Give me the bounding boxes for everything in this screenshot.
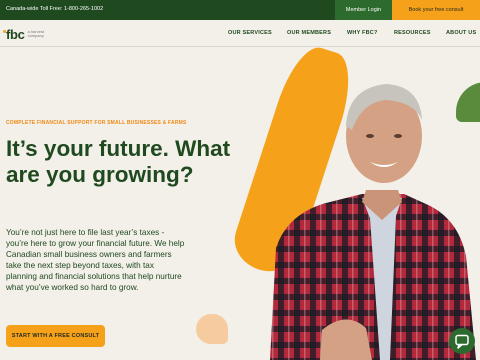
start-free-consult-button[interactable]: START WITH A FREE CONSULT <box>6 325 105 347</box>
hero-body-text: You’re not just here to file last year’s… <box>6 228 185 292</box>
nav-about-us[interactable]: ABOUT US <box>446 30 476 36</box>
hero-farmer-photo <box>270 84 476 360</box>
chat-bubble-icon <box>455 334 469 349</box>
nav-resources[interactable]: RESOURCES <box>394 30 431 36</box>
logo-wordmark: fbc <box>3 27 25 42</box>
nav-our-services[interactable]: OUR SERVICES <box>228 30 272 36</box>
logo-tagline: a harvest company <box>27 28 45 38</box>
top-utility-bar: Canada-wide Toll Free: 1-800-265-1002 Me… <box>0 0 480 20</box>
fbc-logo[interactable]: fbc a harvest company <box>3 26 50 42</box>
hero-eyebrow: COMPLETE FINANCIAL SUPPORT FOR SMALL BUS… <box>6 120 187 126</box>
chat-widget-button[interactable] <box>449 328 475 354</box>
logo-dot <box>3 29 6 33</box>
hero-headline: It’s your future. What are you growing? <box>6 136 231 187</box>
member-login-button[interactable]: Member Login <box>335 0 392 20</box>
toll-free-phone[interactable]: Canada-wide Toll Free: 1-800-265-1002 <box>6 6 103 12</box>
main-navigation: fbc a harvest company OUR SERVICES OUR M… <box>0 20 480 47</box>
decorative-peach-shape <box>196 314 228 344</box>
nav-our-members[interactable]: OUR MEMBERS <box>287 30 331 36</box>
nav-why-fbc[interactable]: WHY FBC? <box>347 30 378 36</box>
book-consult-button[interactable]: Book your free consult <box>392 0 480 20</box>
